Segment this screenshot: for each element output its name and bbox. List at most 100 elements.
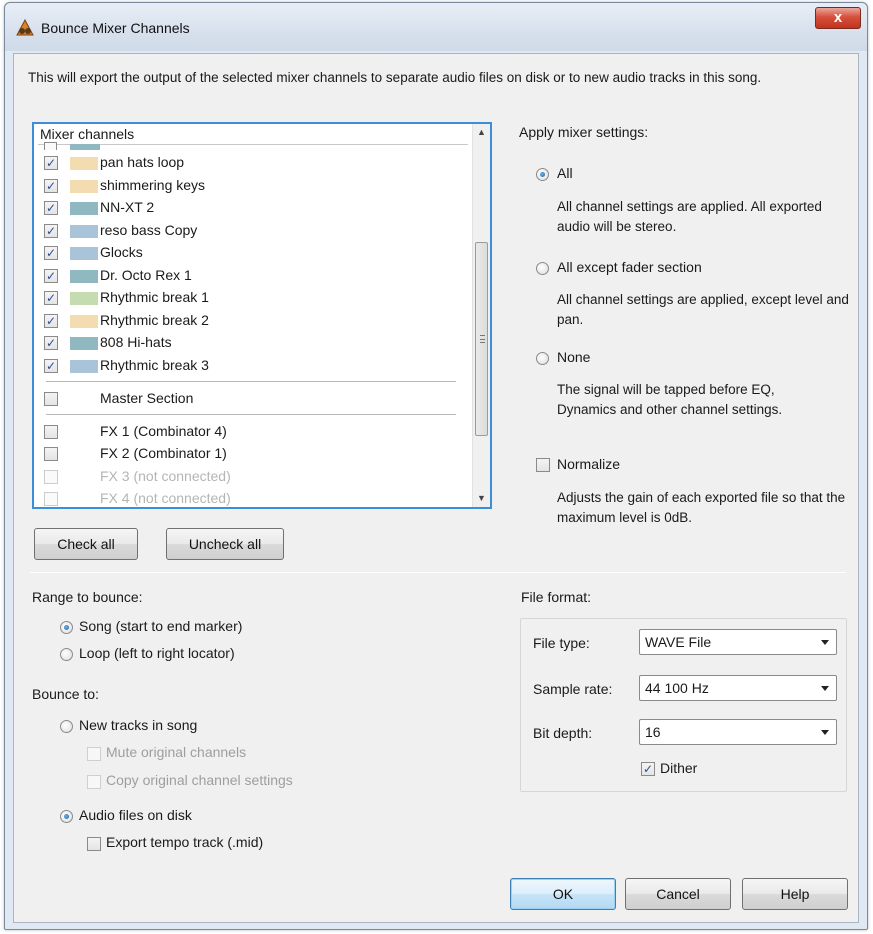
- fx-checkbox[interactable]: [44, 447, 58, 461]
- channel-color-swatch: [70, 179, 98, 193]
- channel-label: shimmering keys: [100, 176, 206, 193]
- dither-checkbox[interactable]: ✓: [641, 762, 655, 776]
- sample-rate-select[interactable]: 44 100 Hz: [639, 675, 837, 701]
- list-scrollbar[interactable]: ▲ ▼: [472, 124, 490, 507]
- channel-row[interactable]: ✓ Rhythmic break 1: [34, 287, 470, 309]
- fx-row[interactable]: FX 2 (Combinator 1): [34, 443, 470, 465]
- apply-all-radio[interactable]: [536, 168, 549, 181]
- channel-checkbox[interactable]: ✓: [44, 268, 58, 283]
- channel-row[interactable]: ✓ reso bass Copy: [34, 220, 470, 242]
- channel-checkbox[interactable]: ✓: [44, 313, 58, 328]
- apply-none-label[interactable]: None: [557, 349, 590, 365]
- chevron-down-icon: [821, 640, 829, 645]
- chevron-down-icon: [821, 686, 829, 691]
- channel-checkbox[interactable]: ✓: [44, 246, 58, 260]
- fx-checkbox[interactable]: [44, 469, 58, 484]
- channel-color-swatch: [70, 157, 98, 170]
- apply-none-desc: The signal will be tapped before EQ, Dyn…: [557, 382, 783, 417]
- mute-original-label[interactable]: Mute original channels: [106, 744, 246, 760]
- chevron-down-icon: [821, 730, 829, 735]
- title-bar[interactable]: Bounce Mixer Channels x: [5, 3, 867, 51]
- apply-all-desc: All channel settings are applied. All ex…: [557, 199, 822, 234]
- fx-row[interactable]: FX 3 (not connected): [34, 466, 470, 488]
- bit-depth-label: Bit depth:: [533, 725, 593, 741]
- audio-files-radio[interactable]: [60, 810, 73, 823]
- fx-checkbox[interactable]: [44, 424, 58, 439]
- channel-label: Rhythmic break 2: [100, 311, 209, 328]
- channel-checkbox[interactable]: ✓: [44, 201, 58, 215]
- fx-row[interactable]: FX 4 (not connected): [34, 488, 470, 507]
- channel-row[interactable]: ✓ Rhythmic break 3: [34, 355, 470, 377]
- apply-except-fader-radio[interactable]: [536, 262, 549, 275]
- scroll-down-arrow-icon[interactable]: ▼: [473, 490, 490, 507]
- normalize-label[interactable]: Normalize: [557, 456, 620, 472]
- uncheck-all-button[interactable]: Uncheck all: [166, 528, 284, 560]
- channel-row[interactable]: ✓ Dr. Octo Rex 1: [34, 265, 470, 287]
- bit-depth-select[interactable]: 16: [639, 719, 837, 745]
- channel-label: Rhythmic break 3: [100, 356, 209, 373]
- apply-except-fader-desc: All channel settings are applied, except…: [557, 292, 849, 327]
- dither-label[interactable]: Dither: [660, 760, 697, 776]
- scroll-thumb[interactable]: [475, 242, 488, 436]
- channel-row[interactable]: ✓ Rhythmic break 2: [34, 310, 470, 332]
- channel-checkbox[interactable]: ✓: [44, 358, 58, 373]
- help-button[interactable]: Help: [742, 878, 848, 910]
- channel-checkbox[interactable]: ✓: [44, 336, 58, 350]
- range-loop-label[interactable]: Loop (left to right locator): [79, 645, 235, 661]
- channel-label: reso bass Copy: [100, 221, 198, 238]
- range-loop-radio[interactable]: [60, 648, 73, 661]
- master-section-row[interactable]: Master Section: [34, 388, 470, 410]
- mute-original-checkbox[interactable]: [87, 747, 101, 761]
- sample-rate-value: 44 100 Hz: [645, 680, 709, 696]
- audio-files-label[interactable]: Audio files on disk: [79, 807, 192, 823]
- fx-checkbox[interactable]: [44, 492, 58, 506]
- channel-row[interactable]: ✓ shimmering keys: [34, 175, 470, 197]
- fx-row[interactable]: FX 1 (Combinator 4): [34, 421, 470, 443]
- channel-color-swatch: [70, 337, 98, 350]
- channel-color-swatch: [70, 202, 98, 215]
- range-heading: Range to bounce:: [32, 589, 143, 605]
- channel-color-swatch: [70, 292, 98, 305]
- copy-settings-checkbox[interactable]: [87, 775, 101, 789]
- mixer-channels-list[interactable]: Mixer channels ✓ pan hats loop ✓ shimmering…: [32, 122, 492, 509]
- range-song-radio[interactable]: [60, 621, 73, 634]
- sample-rate-label: Sample rate:: [533, 681, 613, 697]
- file-type-select[interactable]: WAVE File: [639, 629, 837, 655]
- channel-row[interactable]: ✓ NN-XT 2: [34, 197, 470, 219]
- channel-label: Glocks: [100, 244, 143, 260]
- channel-checkbox[interactable]: ✓: [44, 223, 58, 238]
- channel-row[interactable]: ✓ 808 Hi-hats: [34, 332, 470, 354]
- ok-button[interactable]: OK: [510, 878, 616, 910]
- apply-none-radio[interactable]: [536, 352, 549, 365]
- normalize-checkbox[interactable]: [536, 458, 550, 472]
- channel-color-swatch: [70, 247, 98, 260]
- channel-color-swatch: [70, 269, 98, 283]
- app-icon: [16, 19, 34, 36]
- dialog-body: This will export the output of the selec…: [13, 53, 859, 923]
- cancel-button[interactable]: Cancel: [625, 878, 731, 910]
- apply-except-fader-label[interactable]: All except fader section: [557, 259, 702, 275]
- channel-checkbox[interactable]: ✓: [44, 156, 58, 170]
- close-button[interactable]: x: [815, 7, 861, 29]
- list-separator: [46, 413, 456, 415]
- channel-label: Dr. Octo Rex 1: [100, 266, 192, 283]
- export-tempo-checkbox[interactable]: [87, 837, 101, 851]
- new-tracks-label[interactable]: New tracks in song: [79, 717, 197, 733]
- master-section-checkbox[interactable]: [44, 392, 58, 406]
- channel-color-swatch: [70, 359, 98, 373]
- channel-row[interactable]: ✓ pan hats loop: [34, 152, 470, 174]
- channel-checkbox[interactable]: ✓: [44, 291, 58, 305]
- fx-label: FX 1 (Combinator 4): [100, 422, 227, 439]
- list-header: Mixer channels: [40, 126, 135, 142]
- normalize-desc: Adjusts the gain of each exported file s…: [557, 490, 846, 525]
- apply-all-label[interactable]: All: [557, 165, 573, 181]
- channel-checkbox[interactable]: ✓: [44, 178, 58, 193]
- copy-settings-label[interactable]: Copy original channel settings: [106, 772, 293, 788]
- scroll-up-arrow-icon[interactable]: ▲: [473, 124, 490, 141]
- channel-label: 808 Hi-hats: [100, 334, 172, 350]
- check-all-button[interactable]: Check all: [34, 528, 138, 560]
- range-song-label[interactable]: Song (start to end marker): [79, 618, 242, 634]
- new-tracks-radio[interactable]: [60, 720, 73, 733]
- channel-row[interactable]: ✓ Glocks: [34, 242, 470, 264]
- export-tempo-label[interactable]: Export tempo track (.mid): [106, 834, 263, 850]
